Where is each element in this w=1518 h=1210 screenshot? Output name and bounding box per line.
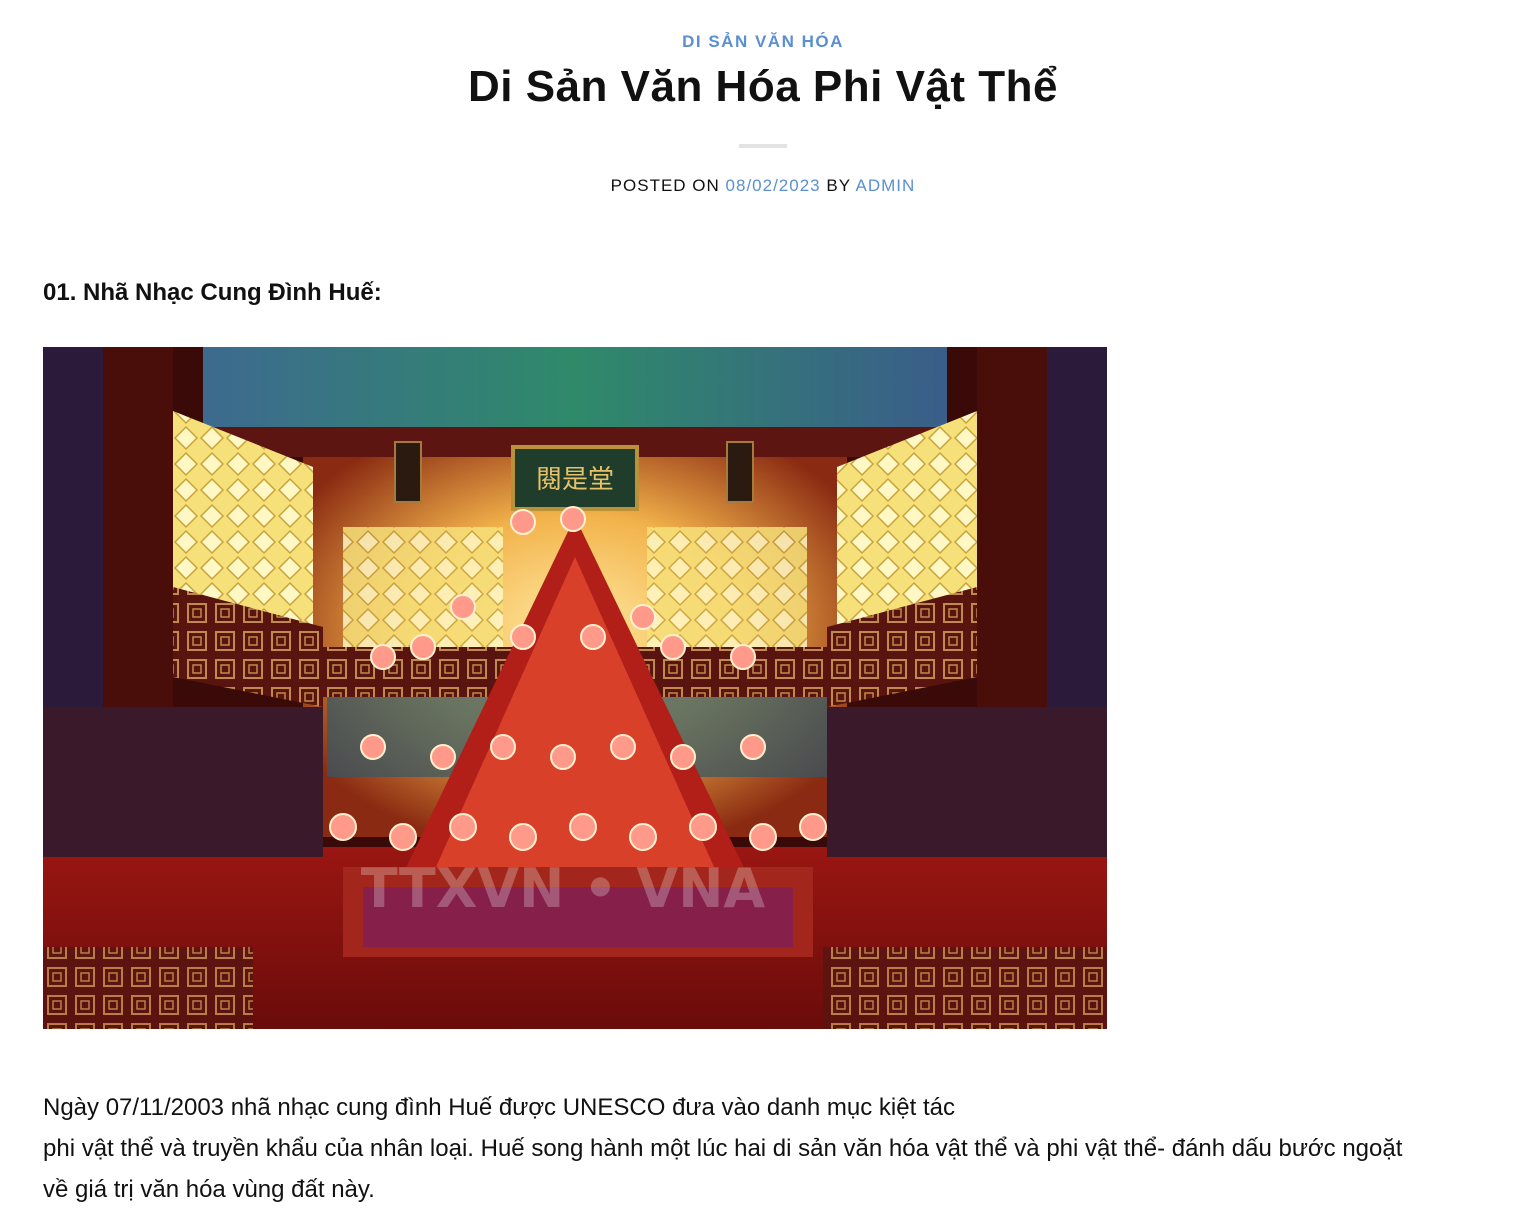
- paragraph-line: Ngày 07/11/2003 nhã nhạc cung đình Huế đ…: [43, 1094, 955, 1121]
- posted-on-label: POSTED ON: [610, 176, 720, 195]
- photo-watermark: TTXVN • VNA: [361, 857, 766, 920]
- performance-photo: 閱是堂 TTXVN • VNA: [43, 347, 1107, 1029]
- paragraph-line: phi vật thể và truyền khẩu của nhân loại…: [43, 1135, 1403, 1162]
- author-link[interactable]: ADMIN: [856, 176, 916, 195]
- title-divider: [739, 144, 787, 148]
- by-label: BY: [826, 176, 851, 195]
- paragraph-line: về giá trị văn hóa vùng đất này.: [43, 1176, 375, 1203]
- post-date-link[interactable]: 08/02/2023: [726, 176, 821, 195]
- post-title: Di Sản Văn Hóa Phi Vật Thể: [467, 62, 1058, 111]
- signboard-text: 閱是堂: [536, 465, 614, 495]
- section-heading: 01. Nhã Nhạc Cung Đình Huế:: [43, 279, 382, 306]
- post-meta: POSTED ON 08/02/2023 BY ADMIN: [0, 176, 1518, 196]
- category-link[interactable]: DI SẢN VĂN HÓA: [0, 32, 1518, 52]
